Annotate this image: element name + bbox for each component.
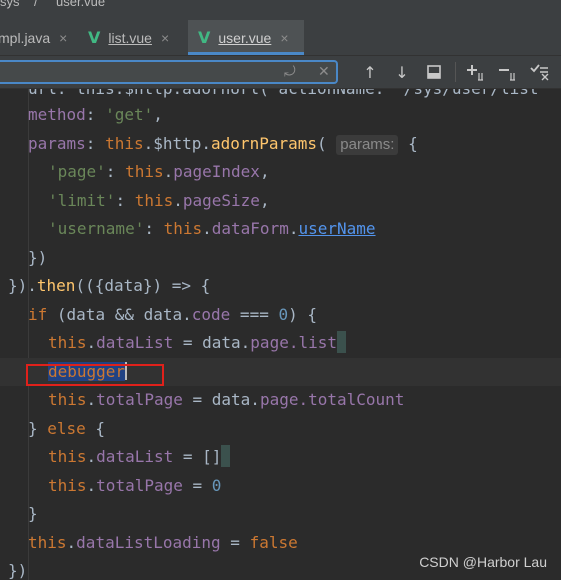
breadcrumb: sys / user.vue — [0, 0, 561, 20]
breadcrumb-item-sys[interactable]: sys — [0, 0, 20, 9]
tab-label: list.vue — [108, 29, 152, 46]
code-line: this.dataList = [] — [0, 443, 561, 471]
toolbar-separator — [455, 62, 456, 82]
tab-user-vue[interactable]: V user.vue × — [188, 20, 304, 55]
code-line: method: 'get', — [28, 105, 163, 124]
close-icon[interactable]: × — [280, 30, 288, 46]
next-occurrence-icon[interactable]: ↓ — [389, 60, 415, 84]
select-all-icon[interactable] — [527, 60, 553, 84]
breadcrumb-item-file[interactable]: user.vue — [56, 0, 105, 9]
tab-label: mpl.java — [0, 29, 51, 46]
search-field: ⤾ ✕ — [0, 60, 338, 84]
code-line: } else { — [28, 419, 106, 438]
parameter-hint: params: — [336, 135, 399, 155]
highlight-box — [26, 364, 164, 386]
vue-icon: V — [88, 28, 101, 47]
code-line: params: this.$http.adornParams( params: … — [28, 134, 418, 155]
code-line: this.dataList = data.page.list — [0, 329, 561, 357]
code-line: } — [28, 504, 38, 523]
breadcrumb-separator: / — [34, 0, 38, 9]
tab-mpl-java[interactable]: mpl.java × — [0, 20, 78, 55]
code-line: this.dataListLoading = false — [28, 533, 298, 552]
code-line: 'limit': this.pageSize, — [48, 191, 270, 210]
remove-selection-icon[interactable] — [495, 60, 521, 84]
regex-replace-icon[interactable]: ⤾ — [284, 64, 296, 80]
tab-label: user.vue — [218, 29, 272, 46]
code-line: this.totalPage = data.page.totalCount — [48, 390, 405, 409]
code-editor[interactable]: url: this.$http.adornUrl( actionName: '/… — [0, 89, 561, 580]
code-line: 'username': this.dataForm.userName — [48, 219, 376, 238]
add-selection-icon[interactable] — [463, 60, 489, 84]
code-line: 'page': this.pageIndex, — [48, 162, 270, 181]
editor-tab-bar: mpl.java × V list.vue × V user.vue × — [0, 20, 561, 56]
watermark: CSDN @Harbor Lau — [419, 554, 547, 570]
close-icon[interactable]: × — [161, 30, 169, 46]
code-line: if (data && data.code === 0) { — [28, 305, 318, 324]
previous-occurrence-icon[interactable]: ↑ — [357, 60, 383, 84]
username-link[interactable]: userName — [298, 219, 375, 238]
code-line: }).then(({data}) => { — [8, 276, 211, 295]
find-toolbar: ⤾ ✕ ↑ ↓ — [0, 56, 561, 89]
clear-icon[interactable]: ✕ — [318, 64, 330, 80]
vue-icon: V — [198, 28, 211, 47]
code-line: this.totalPage = 0 — [48, 476, 222, 495]
filter-icon[interactable] — [421, 60, 447, 84]
code-line: }) — [28, 248, 48, 267]
tab-list-vue[interactable]: V list.vue × — [88, 20, 188, 55]
close-icon[interactable]: × — [59, 30, 67, 46]
